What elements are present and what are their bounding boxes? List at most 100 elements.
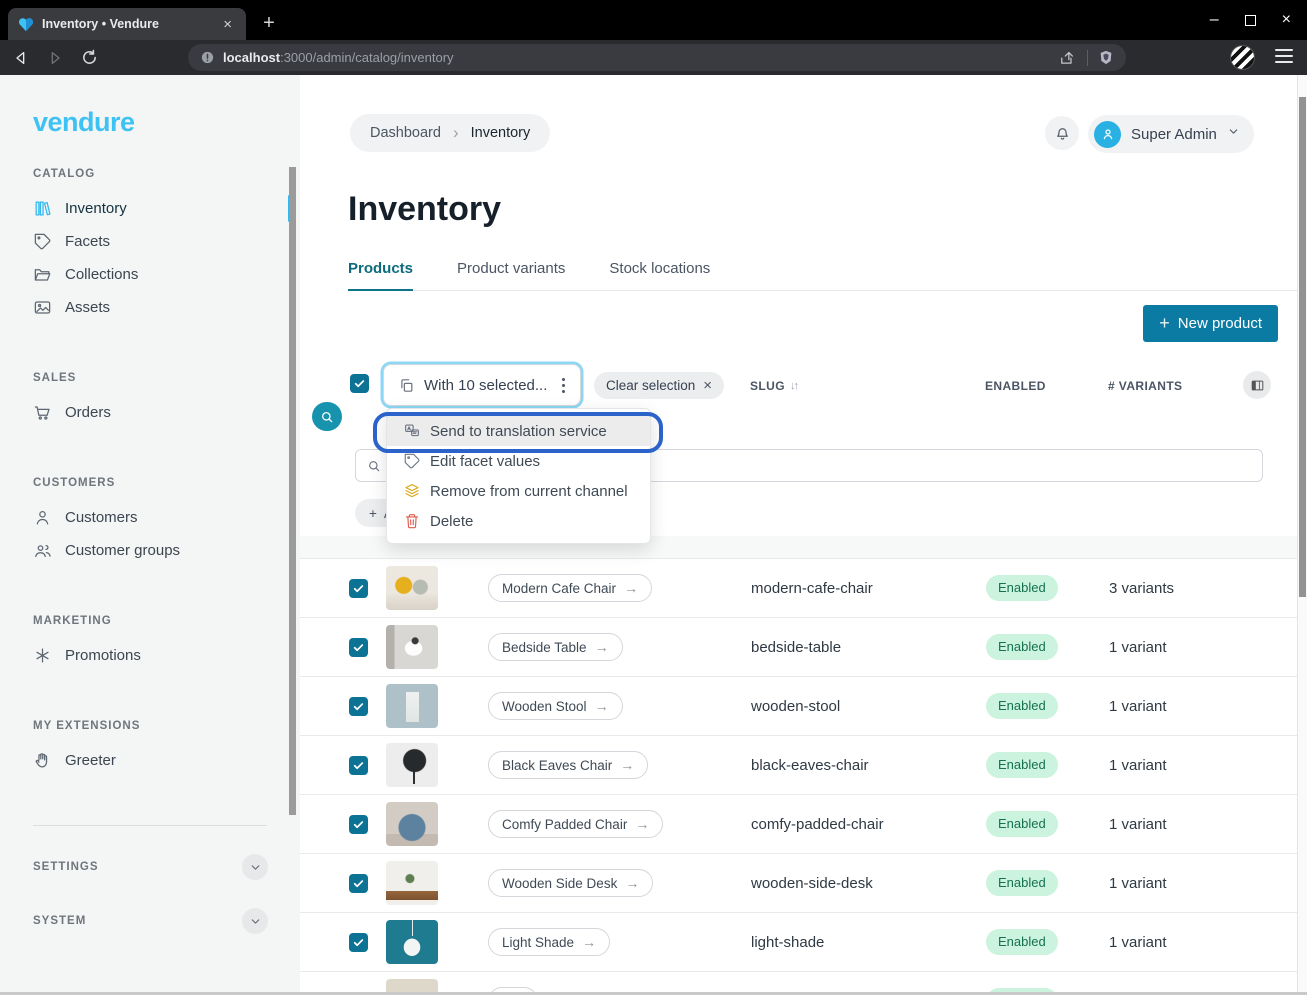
- copy-icon: [398, 377, 415, 394]
- product-name: Comfy Padded Chair: [502, 817, 627, 832]
- back-button[interactable]: [8, 45, 34, 71]
- new-tab-button[interactable]: +: [256, 10, 282, 36]
- sidebar-item-greeter[interactable]: Greeter: [0, 744, 300, 777]
- row-checkbox[interactable]: [349, 874, 368, 893]
- clear-selection-chip[interactable]: Clear selection ×: [594, 372, 724, 399]
- user-name: Super Admin: [1131, 126, 1217, 143]
- notifications-button[interactable]: [1045, 116, 1079, 150]
- sidebar-item-label: Collections: [65, 266, 138, 283]
- sidebar-item-customers[interactable]: Customers: [0, 501, 300, 534]
- bulk-actions-button[interactable]: With 10 selected...: [383, 364, 581, 406]
- sidebar-item-assets[interactable]: Assets: [0, 291, 300, 324]
- browser-tab[interactable]: Inventory • Vendure ×: [8, 8, 246, 40]
- product-name: Bedside Table: [502, 640, 587, 655]
- product-thumbnail: [386, 684, 438, 728]
- status-badge: Enabled: [986, 693, 1058, 719]
- hand-wave-icon: [33, 751, 52, 770]
- table-row: Light Shade→ light-shade Enabled 1 varia…: [300, 912, 1297, 971]
- section-label-customers: CUSTOMERS: [33, 477, 300, 489]
- url-host: localhost: [223, 50, 280, 65]
- sidebar-item-customer-groups[interactable]: Customer groups: [0, 534, 300, 567]
- product-name-chip[interactable]: Modern Cafe Chair→: [488, 574, 652, 602]
- product-name-chip[interactable]: Comfy Padded Chair→: [488, 810, 663, 838]
- sidebar: vendure CATALOG Inventory Facets Collect…: [0, 75, 300, 995]
- table-row: Modern Cafe Chair→ modern-cafe-chair Ena…: [300, 558, 1297, 617]
- user-menu[interactable]: Super Admin: [1088, 115, 1254, 153]
- row-checkbox[interactable]: [349, 815, 368, 834]
- status-badge: Enabled: [986, 811, 1058, 837]
- select-all-checkbox[interactable]: [350, 374, 369, 393]
- table-row: Wooden Side Desk→ wooden-side-desk Enabl…: [300, 853, 1297, 912]
- user-avatar: [1094, 121, 1121, 148]
- tab-close-icon[interactable]: ×: [219, 15, 236, 34]
- column-settings-button[interactable]: [1243, 371, 1271, 399]
- row-checkbox[interactable]: [349, 638, 368, 657]
- reload-button[interactable]: [76, 45, 102, 71]
- product-name-chip[interactable]: Wooden Side Desk →: [488, 869, 653, 897]
- users-icon: [33, 541, 52, 560]
- sidebar-item-label: Greeter: [65, 752, 116, 769]
- url-text: localhost:3000/admin/catalog/inventory: [223, 50, 1052, 65]
- arrow-right-icon: →: [625, 875, 639, 891]
- scrollbar-thumb[interactable]: [1299, 97, 1306, 597]
- section-label-marketing: MARKETING: [33, 615, 300, 627]
- section-label-settings: SETTINGS: [33, 861, 99, 873]
- settings-expand-button[interactable]: [242, 854, 268, 880]
- column-header-slug[interactable]: SLUG ↓↑: [750, 379, 797, 393]
- breadcrumb-dashboard[interactable]: Dashboard: [370, 125, 441, 141]
- browser-profile-avatar[interactable]: [1230, 45, 1255, 70]
- tab-product-variants[interactable]: Product variants: [457, 260, 565, 290]
- cart-icon: [33, 403, 52, 422]
- product-thumbnail: [386, 743, 438, 787]
- product-name-chip[interactable]: Light Shade→: [488, 928, 610, 956]
- tab-stock-locations[interactable]: Stock locations: [609, 260, 710, 290]
- menu-item-label: Remove from current channel: [430, 483, 628, 500]
- product-name: Wooden Side Desk: [502, 876, 617, 891]
- product-name-chip[interactable]: Bedside Table→: [488, 633, 623, 661]
- row-checkbox[interactable]: [349, 933, 368, 952]
- product-name-chip[interactable]: Wooden Stool→: [488, 692, 623, 720]
- brave-shield-icon[interactable]: [1098, 49, 1114, 66]
- products-table: Modern Cafe Chair→ modern-cafe-chair Ena…: [300, 558, 1297, 992]
- kebab-menu-icon[interactable]: [556, 374, 571, 397]
- tab-products[interactable]: Products: [348, 260, 413, 291]
- row-checkbox[interactable]: [349, 579, 368, 598]
- row-checkbox[interactable]: [349, 756, 368, 775]
- sidebar-item-inventory[interactable]: Inventory: [0, 192, 300, 225]
- menu-item-delete[interactable]: Delete: [387, 506, 650, 536]
- forward-button[interactable]: [42, 45, 68, 71]
- window-minimize-button[interactable]: –: [1210, 11, 1219, 29]
- row-checkbox[interactable]: [349, 697, 368, 716]
- sidebar-item-collections[interactable]: Collections: [0, 258, 300, 291]
- product-thumbnail: [386, 920, 438, 964]
- status-badge: Enabled: [986, 752, 1058, 778]
- window-close-button[interactable]: ×: [1282, 11, 1291, 29]
- sidebar-item-label: Orders: [65, 404, 111, 421]
- close-icon: ×: [703, 377, 712, 394]
- share-icon[interactable]: [1060, 49, 1077, 66]
- menu-item-remove-from-channel[interactable]: Remove from current channel: [387, 476, 650, 506]
- menu-item-edit-facet-values[interactable]: Edit facet values: [387, 446, 650, 476]
- vendure-logo: vendure: [33, 107, 300, 138]
- product-thumbnail: [386, 861, 438, 905]
- sort-icon[interactable]: ↓↑: [790, 380, 797, 392]
- url-bar[interactable]: localhost:3000/admin/catalog/inventory: [188, 44, 1126, 71]
- status-badge: Enabled: [986, 634, 1058, 660]
- system-expand-button[interactable]: [242, 908, 268, 934]
- sidebar-scrollbar[interactable]: [289, 167, 296, 815]
- sidebar-item-promotions[interactable]: Promotions: [0, 639, 300, 672]
- quick-search-button[interactable]: [312, 402, 342, 431]
- page-title: Inventory: [348, 190, 501, 229]
- browser-menu-icon[interactable]: [1275, 49, 1293, 63]
- page-scrollbar[interactable]: [1297, 75, 1307, 992]
- sidebar-item-facets[interactable]: Facets: [0, 225, 300, 258]
- table-row: Wooden Stool→ wooden-stool Enabled 1 var…: [300, 676, 1297, 735]
- new-product-button[interactable]: + New product: [1143, 305, 1278, 342]
- sidebar-item-orders[interactable]: Orders: [0, 396, 300, 429]
- columns-icon: [1250, 378, 1265, 393]
- menu-item-send-to-translation-service[interactable]: Send to translation service: [387, 416, 650, 446]
- site-info-icon[interactable]: [200, 50, 215, 65]
- table-row: Comfy Padded Chair→ comfy-padded-chair E…: [300, 794, 1297, 853]
- window-maximize-button[interactable]: [1245, 15, 1256, 26]
- product-name-chip[interactable]: Black Eaves Chair→: [488, 751, 648, 779]
